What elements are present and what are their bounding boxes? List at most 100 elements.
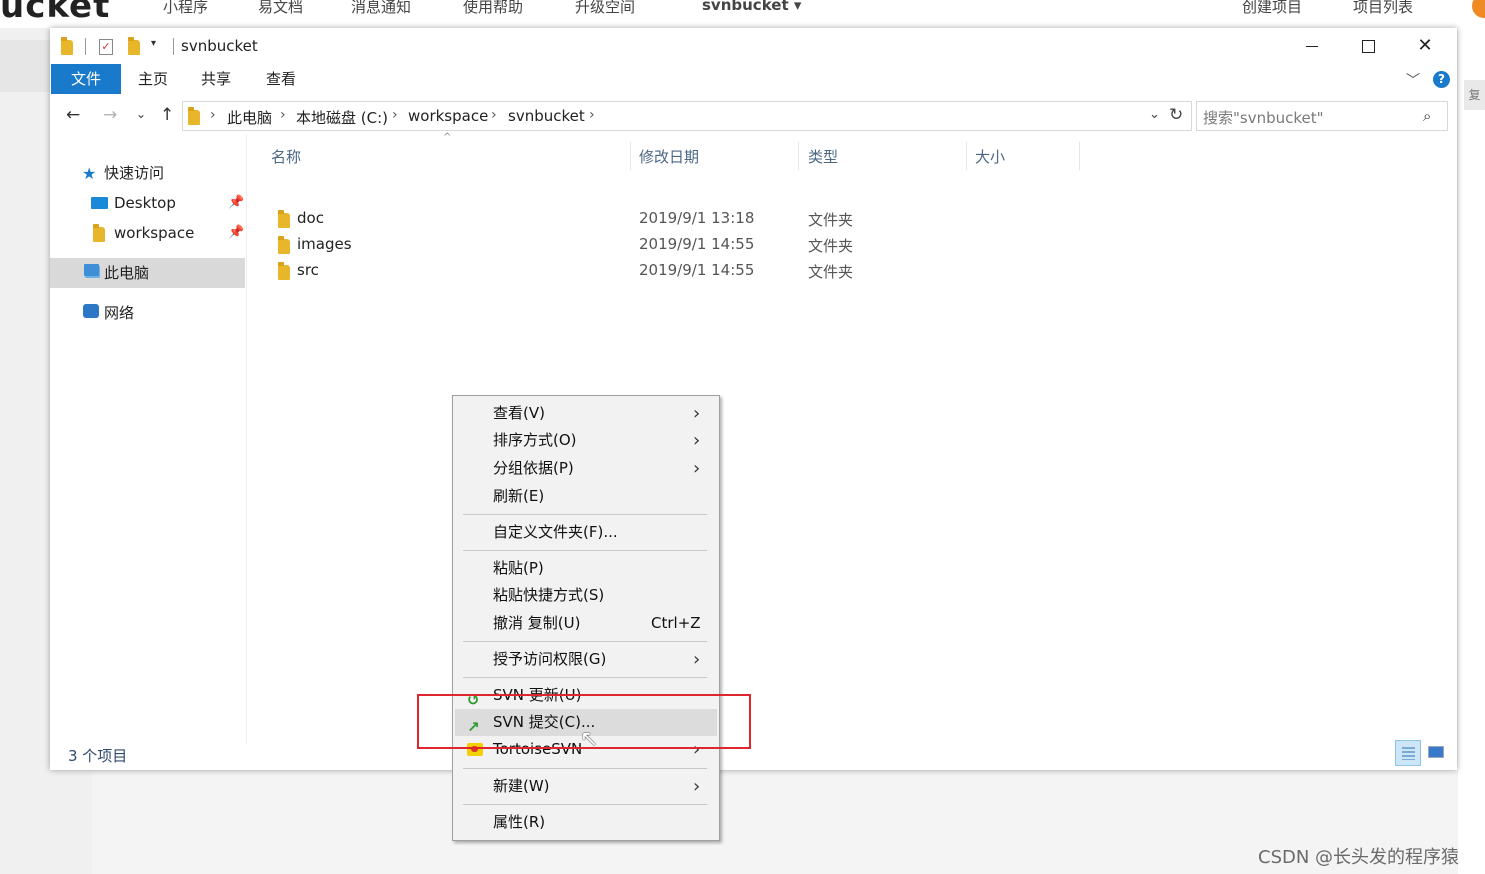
breadcrumb-local-disk[interactable]: 本地磁盘 (C:) — [296, 107, 388, 128]
details-view-icon — [1402, 747, 1415, 760]
item-count: 3 个项目 — [68, 747, 128, 765]
desktop-icon — [91, 197, 108, 209]
expand-ribbon-icon[interactable]: ﹀ — [1406, 70, 1420, 90]
computer-icon — [84, 264, 99, 276]
column-header-date[interactable]: 修改日期 — [639, 146, 699, 167]
column-header-name[interactable]: 名称 — [271, 146, 301, 167]
column-divider[interactable] — [798, 142, 799, 170]
menu-item-label: 粘贴快捷方式(S) — [493, 586, 605, 604]
help-icon[interactable]: ? — [1433, 71, 1450, 88]
background-project-list[interactable]: 项目列表 — [1353, 0, 1413, 17]
search-icon[interactable]: ⌕ — [1423, 107, 1431, 125]
search-input[interactable]: 搜索"svnbucket" ⌕ — [1196, 101, 1448, 131]
menu-item-group-by[interactable]: 分组依据(P) › — [455, 455, 717, 482]
menu-separator — [463, 768, 707, 769]
submenu-arrow-icon: › — [693, 458, 701, 479]
breadcrumb-separator[interactable]: › — [491, 107, 497, 123]
column-divider[interactable] — [966, 142, 967, 170]
column-divider[interactable] — [1079, 142, 1080, 170]
menu-item-label: 查看(V) — [493, 404, 545, 422]
up-arrow-icon[interactable]: ↑ — [160, 105, 174, 125]
tab-home[interactable]: 主页 — [130, 64, 176, 94]
file-date: 2019/9/1 13:18 — [639, 209, 755, 227]
status-bar: 3 个项目 — [50, 740, 1457, 770]
menu-item-label: 新建(W) — [493, 777, 550, 795]
menu-item-give-access[interactable]: 授予访问权限(G) › — [455, 646, 717, 673]
table-row[interactable]: images 2019/9/1 14:55 文件夹 — [247, 232, 1457, 258]
breadcrumb-separator[interactable]: › — [280, 107, 286, 123]
large-icons-view-button[interactable] — [1428, 746, 1444, 758]
address-dropdown-icon[interactable]: ⌄ — [1149, 107, 1160, 122]
background-left-block — [0, 40, 50, 92]
column-divider[interactable] — [630, 142, 631, 170]
menu-item-label: 排序方式(O) — [493, 431, 577, 449]
tab-file[interactable]: 文件 — [51, 64, 121, 94]
quick-access-divider — [85, 38, 86, 55]
address-bar[interactable]: › 此电脑 › 本地磁盘 (C:) › workspace › svnbucke… — [182, 101, 1192, 131]
tab-view[interactable]: 查看 — [258, 64, 304, 94]
tab-share[interactable]: 共享 — [193, 64, 239, 94]
sidebar-item-quick-access[interactable]: 快速访问 — [104, 159, 164, 187]
sidebar-item-desktop[interactable]: Desktop — [114, 189, 176, 217]
file-name: src — [297, 261, 319, 279]
menu-item-sort-by[interactable]: 排序方式(O) › — [455, 427, 717, 454]
table-row[interactable]: src 2019/9/1 14:55 文件夹 — [247, 258, 1457, 284]
table-row[interactable]: doc 2019/9/1 13:18 文件夹 — [247, 206, 1457, 232]
breadcrumb-svnbucket[interactable]: svnbucket — [508, 107, 585, 125]
maximize-button[interactable] — [1340, 28, 1396, 64]
menu-item-view[interactable]: 查看(V) › — [455, 400, 717, 427]
file-name: doc — [297, 209, 324, 227]
quick-access-dropdown-icon[interactable]: ▾ — [151, 38, 156, 49]
new-folder-icon[interactable] — [128, 37, 140, 55]
ribbon-tabs: 文件 主页 共享 查看 ﹀ ? — [50, 64, 1457, 94]
background-nav-item[interactable]: 易文档 — [258, 0, 303, 17]
back-arrow-icon[interactable]: ← — [66, 105, 80, 125]
menu-item-label: 刷新(E) — [493, 487, 545, 505]
breadcrumb-separator[interactable]: › — [589, 107, 595, 123]
folder-icon — [61, 37, 73, 55]
column-header-size[interactable]: 大小 — [975, 146, 1005, 167]
breadcrumb-separator[interactable]: › — [392, 107, 398, 123]
background-nav-item[interactable]: 使用帮助 — [463, 0, 523, 17]
context-menu: 查看(V) › 排序方式(O) › 分组依据(P) › 刷新(E) 自定义文件夹… — [452, 395, 720, 841]
folder-icon — [278, 262, 290, 280]
network-icon — [83, 304, 99, 318]
sidebar-item-workspace[interactable]: workspace — [114, 219, 194, 247]
menu-item-properties[interactable]: 属性(R) — [455, 809, 717, 836]
refresh-icon[interactable]: ↻ — [1169, 105, 1183, 125]
background-right-edge — [1458, 28, 1485, 874]
column-header-type[interactable]: 类型 — [808, 146, 838, 167]
details-view-button[interactable] — [1395, 740, 1421, 766]
background-nav-item[interactable]: 升级空间 — [575, 0, 635, 17]
forward-arrow-icon[interactable]: → — [103, 105, 117, 125]
breadcrumb-this-pc[interactable]: 此电脑 — [227, 107, 272, 128]
breadcrumb-separator[interactable]: › — [210, 107, 216, 123]
background-nav-item[interactable]: 消息通知 — [351, 0, 411, 17]
submenu-arrow-icon: › — [693, 430, 701, 451]
menu-item-label: 授予访问权限(G) — [493, 650, 607, 668]
background-right-chip[interactable]: 复 — [1464, 80, 1485, 110]
minimize-button[interactable] — [1284, 28, 1340, 64]
breadcrumb-workspace[interactable]: workspace — [408, 107, 488, 125]
pin-icon: 📌 — [228, 225, 245, 240]
background-project-dropdown[interactable]: svnbucket ▾ — [702, 0, 801, 14]
menu-item-undo-copy[interactable]: 撤消 复制(U) Ctrl+Z — [455, 610, 717, 637]
maximize-icon — [1361, 39, 1375, 53]
menu-item-paste-shortcut[interactable]: 粘贴快捷方式(S) — [455, 582, 717, 609]
background-nav-item[interactable]: 小程序 — [163, 0, 208, 17]
menu-item-customize-folder[interactable]: 自定义文件夹(F)... — [455, 519, 717, 546]
submenu-arrow-icon: › — [693, 649, 701, 670]
menu-item-new[interactable]: 新建(W) › — [455, 773, 717, 800]
recent-locations-icon[interactable]: ⌄ — [136, 107, 146, 121]
menu-item-label: 粘贴(P) — [493, 559, 544, 577]
menu-separator — [463, 641, 707, 642]
properties-check-icon[interactable]: ✓ — [99, 39, 113, 55]
sidebar-item-this-pc[interactable]: 此电脑 — [104, 259, 149, 287]
background-create-project[interactable]: 创建项目 — [1242, 0, 1302, 17]
sidebar-item-network[interactable]: 网络 — [104, 299, 134, 327]
title-divider — [173, 38, 174, 55]
title-bar[interactable]: ✓ ▾ svnbucket ✕ — [50, 28, 1457, 64]
menu-item-paste[interactable]: 粘贴(P) — [455, 555, 717, 582]
close-button[interactable]: ✕ — [1397, 28, 1453, 64]
menu-item-refresh[interactable]: 刷新(E) — [455, 483, 717, 510]
